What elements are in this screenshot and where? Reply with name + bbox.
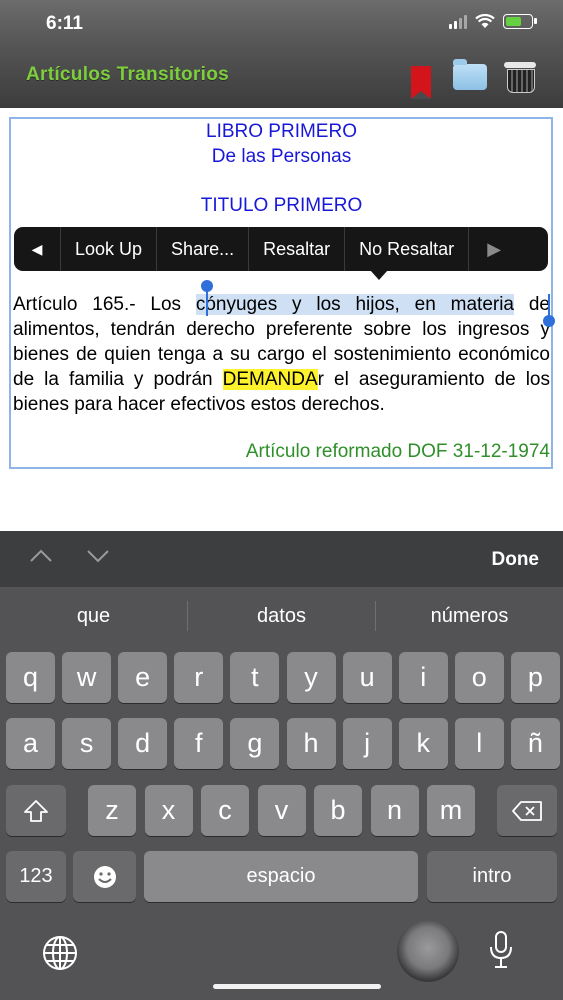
assistive-touch-button[interactable] — [397, 920, 459, 982]
key-n[interactable]: n — [370, 785, 419, 836]
folder-icon[interactable] — [453, 59, 487, 90]
chevron-up-icon[interactable] — [30, 545, 52, 567]
trash-icon[interactable] — [502, 62, 538, 93]
backspace-icon — [512, 800, 542, 821]
key-o[interactable]: o — [454, 652, 504, 703]
return-key[interactable]: intro — [427, 851, 557, 902]
book-heading: LIBRO PRIMERO — [206, 121, 357, 142]
key-f[interactable]: f — [174, 718, 224, 769]
key-p[interactable]: p — [510, 652, 560, 703]
suggestion-2[interactable]: datos — [188, 605, 375, 628]
globe-icon[interactable] — [42, 935, 78, 971]
article-start: Artículo 165.- Los — [13, 294, 196, 315]
space-key[interactable]: espacio — [144, 851, 418, 902]
key-a[interactable]: a — [6, 718, 55, 769]
key-z[interactable]: z — [88, 785, 136, 836]
suggestion-3[interactable]: números — [376, 605, 563, 628]
title-heading: TITULO PRIMERO — [200, 195, 363, 216]
chevron-down-icon[interactable] — [87, 545, 109, 567]
menu-right-arrow-icon[interactable]: ▶ — [468, 227, 519, 271]
selected-text[interactable]: cónyuges y los hijos, en materia — [195, 294, 514, 315]
top-bar: 6:11 Artículos Transitorios — [0, 0, 563, 108]
key-c[interactable]: c — [201, 785, 249, 836]
home-indicator — [213, 984, 381, 989]
book-subtitle: De las Personas — [211, 146, 352, 167]
key-q[interactable]: q — [6, 652, 55, 703]
key-y[interactable]: y — [286, 652, 336, 703]
key-v[interactable]: v — [257, 785, 306, 836]
cellular-signal-icon — [449, 14, 467, 29]
key-l[interactable]: l — [454, 718, 504, 769]
status-icons — [449, 14, 537, 29]
key-i[interactable]: i — [398, 652, 448, 703]
key-ñ[interactable]: ñ — [510, 718, 560, 769]
suggestion-1[interactable]: que — [0, 605, 187, 628]
keyboard-toolbar: Done — [0, 531, 563, 587]
key-s[interactable]: s — [62, 718, 112, 769]
key-k[interactable]: k — [398, 718, 448, 769]
key-t[interactable]: t — [230, 652, 280, 703]
key-u[interactable]: u — [342, 652, 392, 703]
selection-start-bar — [206, 290, 208, 316]
numbers-key[interactable]: 123 — [6, 851, 66, 902]
microphone-icon[interactable] — [487, 930, 515, 970]
key-d[interactable]: d — [118, 718, 168, 769]
done-button[interactable]: Done — [492, 549, 540, 571]
highlighted-text[interactable]: DEMANDA — [222, 369, 318, 390]
bookmark-icon[interactable] — [411, 66, 431, 99]
backspace-key[interactable] — [497, 785, 557, 836]
wifi-icon — [475, 14, 495, 28]
shift-icon — [24, 799, 48, 822]
key-x[interactable]: x — [144, 785, 193, 836]
key-g[interactable]: g — [230, 718, 280, 769]
edit-menu: ◀ Look Up Share... Resaltar No Resaltar … — [14, 227, 548, 271]
menu-pointer — [370, 270, 388, 280]
key-w[interactable]: w — [62, 652, 112, 703]
nav-title: Artículos Transitorios — [26, 64, 229, 85]
article-text[interactable]: Artículo 165.- Los cónyuges y los hijos,… — [13, 292, 550, 417]
key-r[interactable]: r — [174, 652, 224, 703]
key-b[interactable]: b — [314, 785, 362, 836]
battery-icon — [503, 14, 537, 29]
menu-look-up[interactable]: Look Up — [60, 227, 156, 271]
key-e[interactable]: e — [118, 652, 168, 703]
menu-resaltar[interactable]: Resaltar — [248, 227, 344, 271]
key-h[interactable]: h — [286, 718, 336, 769]
emoji-key[interactable] — [73, 851, 136, 902]
emoji-icon — [93, 865, 116, 888]
shift-key[interactable] — [6, 785, 66, 836]
menu-no-resaltar[interactable]: No Resaltar — [344, 227, 468, 271]
selection-end-handle[interactable] — [543, 315, 555, 327]
menu-share[interactable]: Share... — [156, 227, 248, 271]
key-j[interactable]: j — [342, 718, 392, 769]
status-time: 6:11 — [46, 13, 83, 34]
reform-note: Artículo reformado DOF 31-12-1974 — [245, 441, 550, 462]
menu-left-arrow-icon[interactable]: ◀ — [14, 241, 60, 258]
key-m[interactable]: m — [427, 785, 475, 836]
